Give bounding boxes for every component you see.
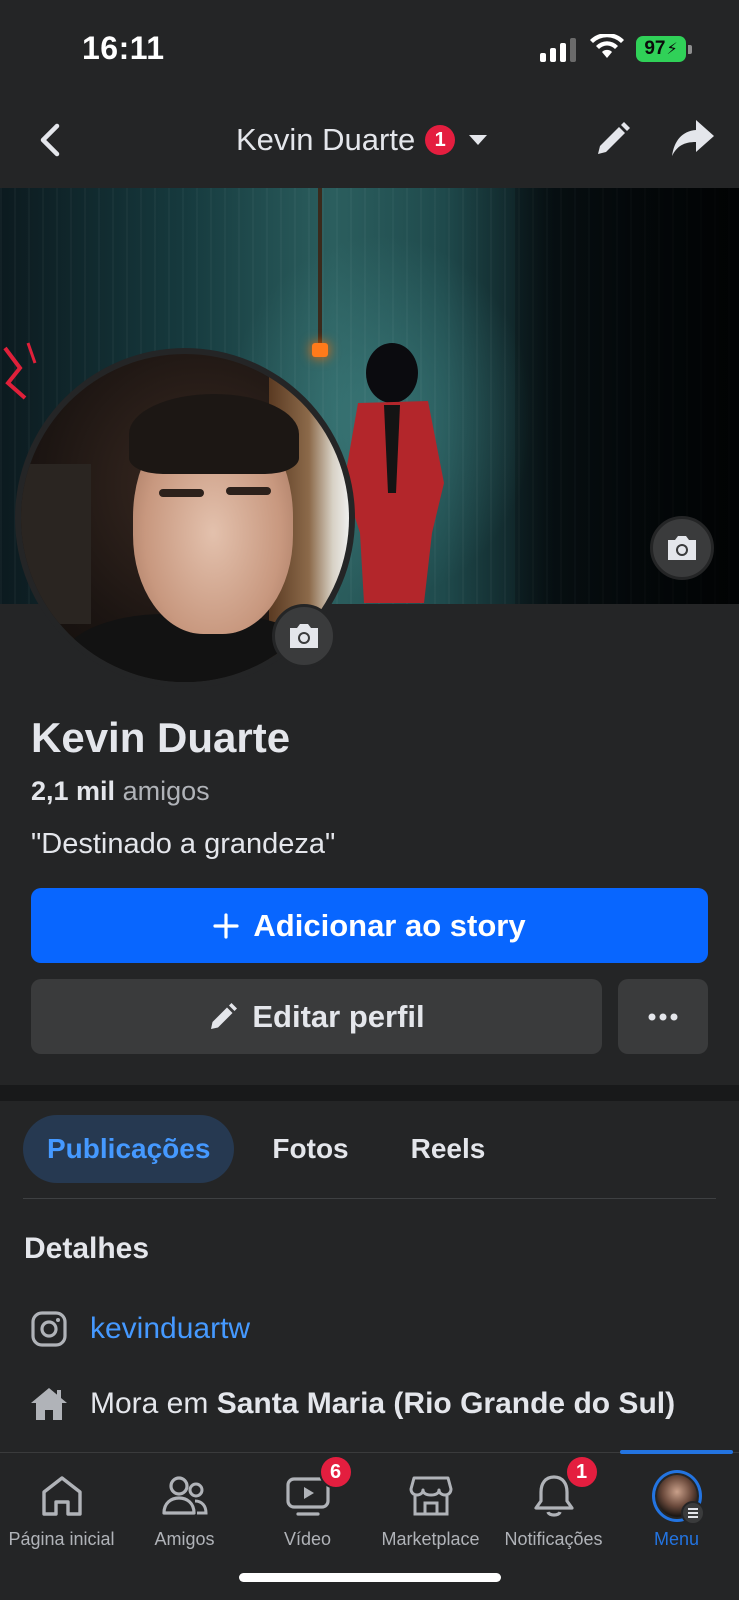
nav-home-label: Página inicial [8,1529,115,1549]
more-horizontal-icon [648,1013,678,1020]
edit-profile-picture-button[interactable] [272,604,336,668]
add-to-story-label: Adicionar ao story [253,907,526,943]
plus-icon [213,912,240,939]
avatar [651,1470,705,1525]
share-arrow-icon[interactable] [668,114,718,164]
nav-marketplace-label: Marketplace [381,1529,480,1549]
edit-profile-button[interactable]: Editar perfil [31,979,602,1054]
friends-icon [161,1476,208,1515]
battery-indicator: 97 ⚡ [636,36,692,62]
tab-reels[interactable]: Reels [387,1115,510,1183]
detail-lives-in: Mora em Santa Maria (Rio Grande do Sul) [30,1386,675,1422]
nav-notifications-label: Notificações [504,1529,603,1549]
pencil-icon[interactable] [590,118,634,162]
cover-lamp-cord [318,188,322,343]
profile-tabs: Publicações Fotos Reels [23,1115,509,1183]
marketplace-icon [409,1476,452,1516]
battery-level: 97 [644,38,666,59]
nav-notifications[interactable]: 1 Notificações [492,1453,615,1563]
add-to-story-button[interactable]: Adicionar ao story [31,888,708,963]
caret-down-icon [469,135,488,145]
nav-menu[interactable]: Menu [615,1453,738,1563]
profile-name: Kevin Duarte [31,714,291,761]
profile-bio: "Destinado a grandeza" [31,828,336,860]
tab-publicacoes[interactable]: Publicações [23,1115,235,1183]
profile-switcher[interactable]: Kevin Duarte 1 [236,118,488,162]
cellular-signal-icon [540,38,576,62]
camera-icon [668,536,696,560]
instagram-icon [31,1311,67,1347]
nav-friends[interactable]: Amigos [123,1453,246,1563]
nav-video-label: Vídeo [283,1529,332,1549]
home-icon [41,1476,82,1516]
header-notification-badge: 1 [425,125,456,155]
notifications-badge: 1 [564,1455,599,1489]
status-time: 16:11 [82,30,165,66]
friends-label: amigos [122,776,210,806]
friends-count: 2,1 mil [31,776,116,806]
details-title: Detalhes [24,1232,150,1265]
nav-home[interactable]: Página inicial [0,1453,123,1563]
detail-instagram[interactable]: kevinduartw [30,1310,250,1348]
back-arrow-icon[interactable] [30,118,74,162]
tabs-divider [23,1198,716,1199]
profile-header: Kevin Duarte 1 [0,100,739,188]
instagram-handle[interactable]: kevinduartw [90,1312,250,1346]
nav-friends-label: Amigos [154,1529,215,1549]
home-icon [31,1388,67,1420]
status-bar: 16:11 97 ⚡ [0,0,739,100]
edit-cover-button[interactable] [650,516,714,580]
video-badge: 6 [318,1455,353,1489]
nav-marketplace[interactable]: Marketplace [369,1453,492,1563]
friends-count-link[interactable]: 2,1 mil amigos [31,776,210,807]
more-options-button[interactable] [618,979,708,1054]
edit-profile-label: Editar perfil [252,998,425,1034]
pencil-icon [211,1002,238,1029]
wifi-icon [590,34,624,58]
camera-icon [290,624,318,648]
cover-figure [344,343,444,603]
menu-lines-icon [680,1501,705,1525]
cover-neon-sign [3,342,37,400]
tab-fotos[interactable]: Fotos [248,1115,372,1183]
nav-menu-label: Menu [653,1529,700,1549]
lives-in-prefix: Mora em [90,1387,209,1420]
nav-video[interactable]: 6 Vídeo [246,1453,369,1563]
section-divider [0,1085,739,1101]
lives-in-place[interactable]: Santa Maria (Rio Grande do Sul) [217,1387,675,1420]
charging-icon: ⚡ [666,41,678,58]
home-indicator[interactable] [239,1573,501,1582]
header-title: Kevin Duarte [236,122,416,157]
